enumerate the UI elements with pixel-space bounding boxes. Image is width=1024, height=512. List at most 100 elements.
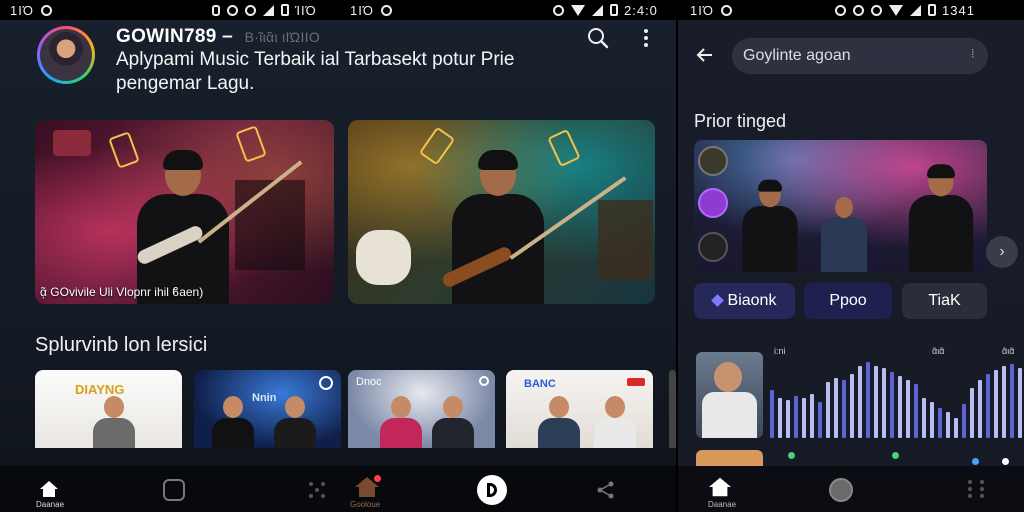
status-left-text: 1ΙΌ	[10, 2, 34, 18]
notification-icon	[380, 4, 392, 16]
equalizer-bar	[898, 376, 902, 438]
signal-icon	[910, 4, 921, 16]
filter-chip-3[interactable]: TiaK	[902, 283, 987, 319]
status-right-text: 1ΙΌ	[690, 2, 714, 18]
equalizer-bar	[914, 384, 918, 438]
filter-chip-1[interactable]: Biaonk	[694, 283, 795, 319]
status-bar-mid: 1ΙΌ	[350, 0, 392, 20]
dnd-icon	[245, 4, 256, 16]
mic-icon[interactable]: ⦙	[972, 48, 974, 61]
grid-dots-icon[interactable]	[966, 478, 986, 500]
search-input[interactable]: Goylinte agoan ⦙	[732, 38, 988, 74]
track-thumbnail[interactable]	[696, 352, 763, 438]
app-title: GOWIN789 – Β·ῖιᾶι ιΙΏΙΙΟ	[116, 26, 320, 48]
equalizer-bar	[786, 400, 790, 438]
thumbnail-1-logo: DIAYNG	[75, 382, 125, 397]
notification-icon	[40, 4, 52, 16]
search-query: Goylinte agoan	[743, 47, 851, 64]
library-icon[interactable]	[163, 479, 185, 501]
equalizer-bar	[818, 402, 822, 438]
performer-figure	[91, 396, 137, 448]
thumbnail-1[interactable]: DIAYNG	[35, 370, 182, 448]
now-playing-disc-icon[interactable]	[829, 478, 853, 502]
status-time-2: 2:4:0	[624, 2, 658, 18]
band-member-figure	[814, 197, 874, 272]
dnd-icon	[853, 4, 864, 16]
equalizer-bar	[946, 412, 950, 438]
progress-dot	[972, 458, 979, 465]
nav-home-label-right: Daanae	[708, 500, 737, 509]
profile-avatar[interactable]	[37, 26, 95, 84]
performer-figure	[378, 396, 424, 448]
more-options-icon[interactable]	[636, 27, 656, 49]
signal-icon	[263, 4, 274, 16]
bottom-nav-left	[0, 466, 676, 512]
status-bar-mid-right: 2:4:0	[546, 0, 658, 20]
status-bar-mid-icons: ΊΙΌ	[205, 0, 317, 20]
filter-chip-2[interactable]: Ρpoo	[804, 283, 892, 319]
equalizer-bar	[826, 382, 830, 438]
performer-figure	[210, 396, 256, 448]
battery-icon	[928, 4, 936, 16]
audio-visualizer: i:ni ᾶιᾶ ᾶιᾶ	[696, 346, 1024, 466]
artist-chip-2[interactable]	[698, 188, 728, 218]
thumbnail-3[interactable]: Dnoc	[348, 370, 495, 448]
viz-label-2: ᾶιᾶ	[932, 346, 945, 356]
equalizer-bar	[938, 408, 942, 438]
home-icon	[40, 481, 58, 497]
app-subtitle: Aplypami Music Terbaik ial Tarbasekt pot…	[116, 49, 515, 94]
alarm-icon	[227, 4, 238, 16]
thumbnail-4[interactable]: BANC	[506, 370, 653, 448]
performer-figure	[592, 396, 638, 448]
performer-figure	[272, 396, 318, 448]
share-icon[interactable]	[596, 480, 616, 500]
featured-card-1-caption: ᾷ GOvivile Uli Vlopnr ihil ϐaen)	[40, 285, 204, 299]
equalizer-bars	[770, 358, 1024, 438]
app-title-faded: Β·ῖιᾶι ιΙΏΙΙΟ	[244, 29, 321, 45]
grid-dots-icon[interactable]	[307, 480, 327, 500]
home-icon[interactable]	[708, 476, 732, 498]
equalizer-bar	[842, 380, 846, 438]
amp-stack	[598, 200, 653, 280]
favorite-icon	[479, 376, 489, 386]
band-logo	[53, 130, 91, 156]
equalizer-bar	[1002, 366, 1006, 438]
next-arrow-icon[interactable]: ›	[986, 236, 1018, 268]
status-time-3: 1341	[942, 2, 975, 18]
equalizer-bar	[778, 398, 782, 438]
app-title-text: GOWIN789 –	[116, 26, 234, 47]
equalizer-bar	[794, 396, 798, 438]
progress-dot	[788, 452, 795, 459]
hero-banner[interactable]	[694, 140, 987, 272]
play-icon	[487, 483, 497, 497]
track-thumbnail-2[interactable]	[696, 450, 763, 466]
status-bar-right: 1ΙΌ	[690, 0, 732, 20]
alarm-icon	[835, 4, 846, 16]
alarm-icon	[553, 4, 564, 16]
equalizer-bar	[890, 372, 894, 438]
signal-icon	[592, 4, 603, 16]
equalizer-bar	[930, 402, 934, 438]
equalizer-bar	[1010, 364, 1014, 438]
equalizer-bar	[906, 380, 910, 438]
play-button[interactable]	[477, 475, 507, 505]
featured-card-1[interactable]	[35, 120, 334, 304]
thumbnail-4-logo: BANC	[524, 378, 556, 390]
performer-figure	[536, 396, 582, 448]
search-icon[interactable]	[587, 27, 609, 49]
artist-chip-1[interactable]	[698, 146, 728, 176]
wifi-icon	[571, 4, 585, 16]
diamond-icon	[710, 294, 724, 307]
artist-chip-3[interactable]	[698, 232, 728, 262]
sync-icon	[871, 4, 882, 16]
equalizer-bar	[874, 366, 878, 438]
thumbnail-2[interactable]: Nnin	[194, 370, 341, 448]
notification-icon	[720, 4, 732, 16]
featured-card-2[interactable]	[348, 120, 655, 304]
progress-dot	[892, 452, 899, 459]
status-bar-left: 1ΙΌ	[10, 0, 52, 20]
equalizer-bar	[922, 398, 926, 438]
back-arrow-icon[interactable]	[696, 46, 714, 64]
equalizer-bar	[802, 398, 806, 438]
thumbnail-5-peek[interactable]	[669, 370, 676, 448]
